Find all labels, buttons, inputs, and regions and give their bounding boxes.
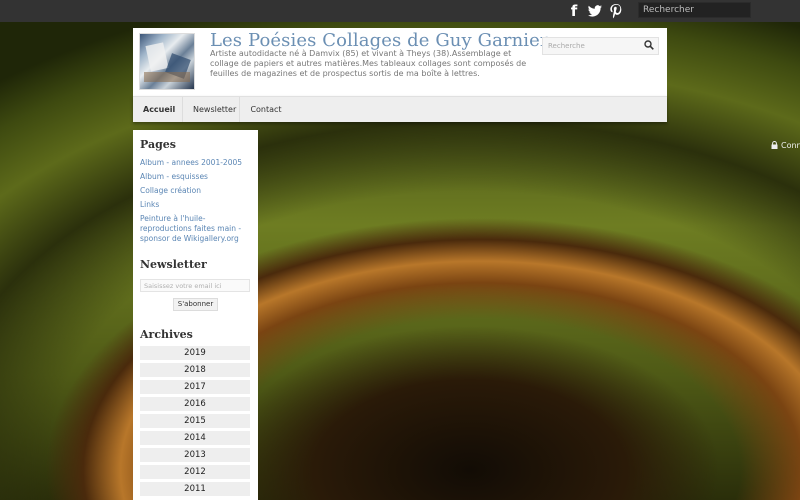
archive-year-2019[interactable]: 2019 — [140, 346, 250, 360]
newsletter-email-input[interactable] — [140, 279, 250, 292]
pages-widget-title: Pages — [140, 138, 176, 151]
site-title[interactable]: Les Poésies Collages de Guy Garnier — [210, 30, 549, 51]
archives-widget-title: Archives — [140, 328, 193, 341]
archive-year-2017[interactable]: 2017 — [140, 380, 250, 394]
pinterest-icon[interactable] — [608, 3, 624, 19]
page-link-album-esquisses[interactable]: Album - esquisses — [140, 172, 252, 182]
top-bar: f — [0, 0, 800, 22]
page-link-peinture-huile[interactable]: Peinture à l'huile- reproductions faites… — [140, 214, 252, 244]
facebook-icon[interactable]: f — [566, 3, 582, 19]
archive-year-2014[interactable]: 2014 — [140, 431, 250, 445]
site-header: Les Poésies Collages de Guy Garnier Arti… — [133, 28, 667, 96]
site-logo[interactable] — [139, 33, 195, 90]
main-nav: Accueil Newsletter Contact — [133, 96, 667, 122]
site-description: Artiste autodidacte né à Damvix (85) et … — [210, 49, 527, 78]
sidebar: Pages Album - annees 2001-2005 Album - e… — [133, 130, 258, 500]
pinterest-p-icon — [610, 4, 622, 19]
page-link-links[interactable]: Links — [140, 200, 252, 210]
archive-year-2012[interactable]: 2012 — [140, 465, 250, 479]
nav-item-newsletter[interactable]: Newsletter — [183, 97, 240, 122]
page-link-collage-creation[interactable]: Collage création — [140, 186, 252, 196]
lock-icon — [771, 141, 778, 149]
subscribe-button[interactable]: S'abonner — [173, 298, 218, 311]
top-search-input[interactable] — [638, 2, 751, 18]
search-icon[interactable] — [644, 40, 654, 50]
nav-item-accueil[interactable]: Accueil — [133, 97, 183, 122]
archive-year-2016[interactable]: 2016 — [140, 397, 250, 411]
twitter-icon[interactable] — [587, 3, 603, 19]
newsletter-widget-title: Newsletter — [140, 258, 207, 271]
archive-year-2013[interactable]: 2013 — [140, 448, 250, 462]
header-search — [542, 37, 659, 55]
nav-item-contact[interactable]: Contact — [240, 97, 292, 122]
connect-label: Conn — [781, 141, 800, 150]
page-link-album-2001-2005[interactable]: Album - annees 2001-2005 — [140, 158, 252, 168]
archive-year-2015[interactable]: 2015 — [140, 414, 250, 428]
header-search-input[interactable] — [543, 38, 649, 54]
archive-year-2011[interactable]: 2011 — [140, 482, 250, 496]
archive-year-2018[interactable]: 2018 — [140, 363, 250, 377]
twitter-bird-icon — [587, 5, 602, 17]
connect-link[interactable]: Conn — [771, 141, 800, 150]
